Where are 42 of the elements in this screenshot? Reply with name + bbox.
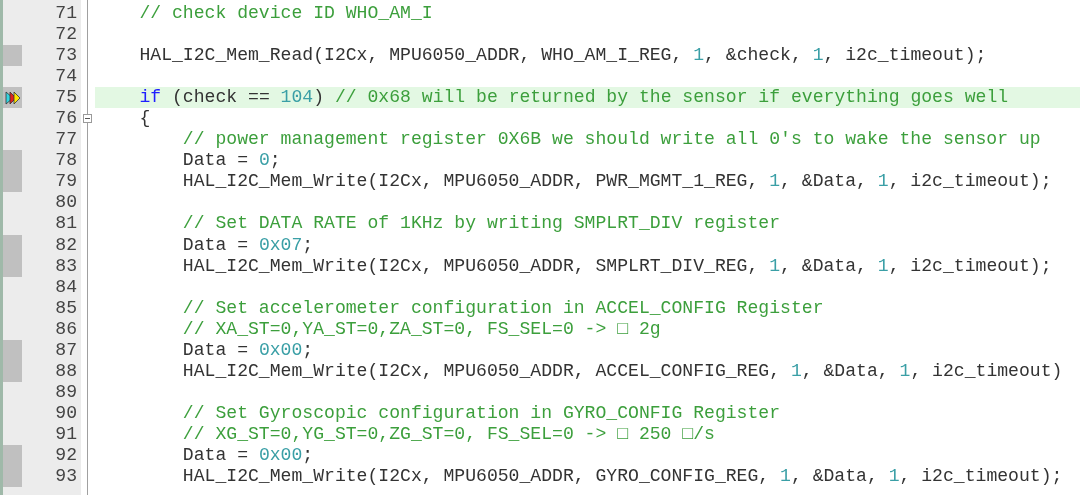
- code-line: HAL_I2C_Mem_Read(I2Cx, MPU6050_ADDR, WHO_AM_I_REG, 1, &check, 1, i2c_timeout);: [138, 45, 988, 67]
- line-number: 89: [54, 381, 78, 403]
- code-line: Data = 0x00;: [181, 339, 315, 361]
- line-number: 74: [54, 66, 78, 88]
- code-line: HAL_I2C_Mem_Write(I2Cx, MPU6050_ADDR, GYRO_CONFIG_REG, 1, &Data, 1, i2c_timeout);: [181, 466, 1064, 488]
- code-line: Data = 0;: [181, 150, 282, 172]
- line-number: 81: [54, 213, 78, 235]
- code-line: HAL_I2C_Mem_Write(I2Cx, MPU6050_ADDR, PWR_MGMT_1_REG, 1, &Data, 1, i2c_timeout);: [181, 171, 1053, 193]
- line-number: 72: [54, 24, 78, 46]
- line-number: 82: [54, 234, 78, 256]
- line-number: 75: [54, 87, 78, 109]
- line-number: 86: [54, 318, 78, 340]
- line-number: 73: [54, 45, 78, 67]
- line-number: 78: [54, 150, 78, 172]
- code-line: Data = 0x07;: [181, 234, 315, 256]
- line-number: 92: [54, 445, 78, 467]
- code-line: HAL_I2C_Mem_Write(I2Cx, MPU6050_ADDR, ACCEL_CONFIG_REG, 1, &Data, 1, i2c_timeout): [181, 360, 1064, 382]
- code-line: // Set DATA RATE of 1KHz by writing SMPLRT_DIV register: [181, 213, 782, 235]
- line-number: 80: [54, 192, 78, 214]
- line-number: 77: [54, 129, 78, 151]
- code-line: {: [138, 108, 152, 130]
- line-number: 91: [54, 423, 78, 445]
- code-line: // Set Gyroscopic configuration in GYRO_CONFIG Register: [181, 402, 782, 424]
- code-line: // Set accelerometer configuration in ACCEL_CONFIG Register: [181, 297, 825, 319]
- current-line-arrow-icon: [4, 90, 21, 105]
- collapse-icon[interactable]: [83, 114, 92, 124]
- line-number: 71: [54, 3, 78, 25]
- line-number: 76: [54, 108, 78, 130]
- code-line: // check device ID WHO_AM_I: [138, 3, 434, 25]
- line-number: 83: [54, 255, 78, 277]
- line-number: 85: [54, 297, 78, 319]
- line-number: 88: [54, 360, 78, 382]
- line-number: 84: [54, 276, 78, 298]
- code-line: HAL_I2C_Mem_Write(I2Cx, MPU6050_ADDR, SMPLRT_DIV_REG, 1, &Data, 1, i2c_timeout);: [181, 255, 1053, 277]
- line-number: 93: [54, 466, 78, 488]
- code-line: // XA_ST=0,YA_ST=0,ZA_ST=0, FS_SEL=0 -> □ 2g: [181, 318, 662, 340]
- code-line: Data = 0x00;: [181, 445, 315, 467]
- line-number: 90: [54, 402, 78, 424]
- code-line: // power management register 0X6B we should write all 0's to wake the sensor up: [181, 129, 1042, 151]
- line-number: 87: [54, 339, 78, 361]
- code-line: // XG_ST=0,YG_ST=0,ZG_ST=0, FS_SEL=0 -> □ 250 □/s: [181, 423, 716, 445]
- line-number: 79: [54, 171, 78, 193]
